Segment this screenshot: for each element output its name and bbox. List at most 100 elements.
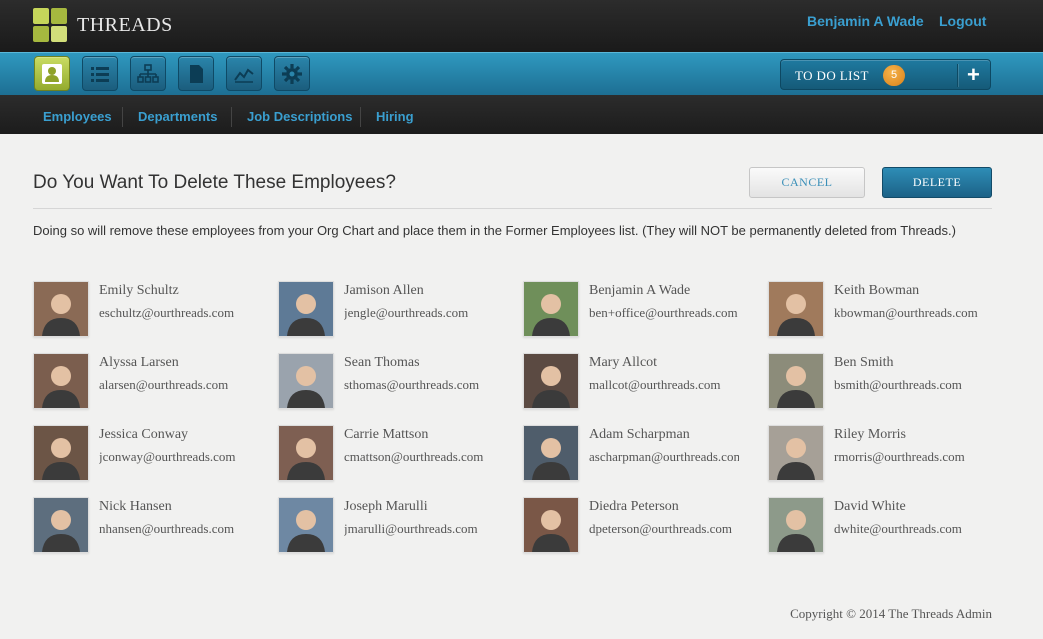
documents-nav-button[interactable] <box>178 56 214 91</box>
todo-count-badge: 5 <box>883 65 905 86</box>
list-nav-button[interactable] <box>82 56 118 91</box>
employees-nav-button[interactable] <box>34 56 70 91</box>
main-toolbar: TO DO LIST 5 + <box>0 52 1043 95</box>
cancel-button[interactable]: CANCEL <box>749 167 865 198</box>
employee-name: David White <box>834 499 906 514</box>
title-divider <box>33 208 992 209</box>
chart-icon <box>234 67 254 83</box>
employee-name: Adam Scharpman <box>589 427 690 442</box>
employee-card: Carrie Mattson cmattson@ourthreads.com <box>278 425 518 485</box>
employee-name: Emily Schultz <box>99 283 179 298</box>
org-chart-nav-button[interactable] <box>130 56 166 91</box>
employee-photo <box>768 497 824 553</box>
employee-email: alarsen@ourthreads.com <box>99 377 229 392</box>
employee-card: Riley Morris rmorris@ourthreads.com <box>768 425 1008 485</box>
todo-list-button[interactable]: TO DO LIST 5 + <box>780 59 991 90</box>
gear-icon <box>282 63 302 84</box>
subnav-employees[interactable]: Employees <box>43 109 112 124</box>
add-todo-icon[interactable]: + <box>967 63 980 87</box>
subnav-divider <box>231 107 232 127</box>
employee-photo <box>33 497 89 553</box>
todo-divider <box>957 64 958 87</box>
employee-email: dwhite@ourthreads.com <box>834 521 962 536</box>
delete-confirmation-panel: Do You Want To Delete These Employees? C… <box>33 134 992 639</box>
employee-name: Ben Smith <box>834 355 894 370</box>
employee-photo <box>768 425 824 481</box>
employee-card: Benjamin A Wade ben+office@ourthreads.com <box>523 281 763 341</box>
employee-email: jmarulli@ourthreads.com <box>344 521 478 536</box>
reports-nav-button[interactable] <box>226 56 262 91</box>
employee-card: Nick Hansen nhansen@ourthreads.com <box>33 497 273 557</box>
employee-card: Sean Thomas sthomas@ourthreads.com <box>278 353 518 413</box>
employee-name: Carrie Mattson <box>344 427 429 442</box>
employee-card: Jamison Allen jengle@ourthreads.com <box>278 281 518 341</box>
employee-card: Mary Allcot mallcot@ourthreads.com <box>523 353 763 413</box>
document-icon <box>190 64 203 83</box>
employee-photo <box>768 281 824 337</box>
logout-link[interactable]: Logout <box>939 13 986 29</box>
employee-email: kbowman@ourthreads.com <box>834 305 978 320</box>
user-profile-link[interactable]: Benjamin A Wade <box>807 13 924 29</box>
employee-name: Jamison Allen <box>344 283 424 298</box>
employee-email: bsmith@ourthreads.com <box>834 377 962 392</box>
employee-email: mallcot@ourthreads.com <box>589 377 721 392</box>
employee-photo <box>278 353 334 409</box>
employee-email: rmorris@ourthreads.com <box>834 449 965 464</box>
employee-email: jengle@ourthreads.com <box>344 305 469 320</box>
delete-description: Doing so will remove these employees fro… <box>33 223 956 238</box>
employee-email: sthomas@ourthreads.com <box>344 377 480 392</box>
employee-name: Jessica Conway <box>99 427 189 442</box>
employee-name: Keith Bowman <box>834 283 920 298</box>
employee-email: eschultz@ourthreads.com <box>99 305 235 320</box>
delete-button[interactable]: DELETE <box>882 167 992 198</box>
employee-photo <box>33 353 89 409</box>
employee-card: Emily Schultz eschultz@ourthreads.com <box>33 281 273 341</box>
todo-list-label: TO DO LIST <box>795 68 869 83</box>
subnav-departments[interactable]: Departments <box>138 109 217 124</box>
employee-photo <box>523 497 579 553</box>
sub-navigation: Employees Departments Job Descriptions H… <box>0 95 1043 134</box>
employee-name: Nick Hansen <box>99 499 172 514</box>
copyright-text: Copyright © 2014 The Threads Admin <box>790 606 992 621</box>
employee-card: David White dwhite@ourthreads.com <box>768 497 1008 557</box>
employee-name: Sean Thomas <box>344 355 420 370</box>
employee-photo <box>33 281 89 337</box>
org-chart-icon <box>137 63 159 83</box>
employee-card: Keith Bowman kbowman@ourthreads.com <box>768 281 1008 341</box>
employee-name: Alyssa Larsen <box>99 355 179 370</box>
subnav-divider <box>122 107 123 127</box>
person-icon <box>42 63 62 84</box>
employee-name: Riley Morris <box>834 427 906 442</box>
employee-email: dpeterson@ourthreads.com <box>589 521 733 536</box>
employee-photo <box>523 281 579 337</box>
employee-photo <box>278 497 334 553</box>
employee-photo <box>278 425 334 481</box>
settings-nav-button[interactable] <box>274 56 310 91</box>
employee-email: ascharpman@ourthreads.com <box>589 449 739 464</box>
employee-name: Joseph Marulli <box>344 499 428 514</box>
employee-card: Ben Smith bsmith@ourthreads.com <box>768 353 1008 413</box>
employee-card: Alyssa Larsen alarsen@ourthreads.com <box>33 353 273 413</box>
employee-email: nhansen@ourthreads.com <box>99 521 235 536</box>
employee-card: Adam Scharpman ascharpman@ourthreads.com <box>523 425 763 485</box>
employee-name: Mary Allcot <box>589 355 658 370</box>
employee-card: Joseph Marulli jmarulli@ourthreads.com <box>278 497 518 557</box>
employee-photo <box>768 353 824 409</box>
app-name: THREADS <box>77 14 173 36</box>
subnav-job-descriptions[interactable]: Job Descriptions <box>247 109 352 124</box>
threads-logo[interactable] <box>33 8 68 43</box>
subnav-hiring[interactable]: Hiring <box>376 109 414 124</box>
page-title: Do You Want To Delete These Employees? <box>33 172 396 193</box>
employee-photo <box>523 425 579 481</box>
employee-email: cmattson@ourthreads.com <box>344 449 484 464</box>
top-bar: THREADS Benjamin A Wade Logout <box>0 0 1043 52</box>
employee-name: Benjamin A Wade <box>589 283 691 298</box>
employee-name: Diedra Peterson <box>589 499 679 514</box>
employee-photo <box>278 281 334 337</box>
employee-email: jconway@ourthreads.com <box>99 449 236 464</box>
subnav-divider <box>360 107 361 127</box>
employee-photo <box>523 353 579 409</box>
employee-email: ben+office@ourthreads.com <box>589 305 738 320</box>
employee-photo <box>33 425 89 481</box>
list-icon <box>91 66 109 82</box>
